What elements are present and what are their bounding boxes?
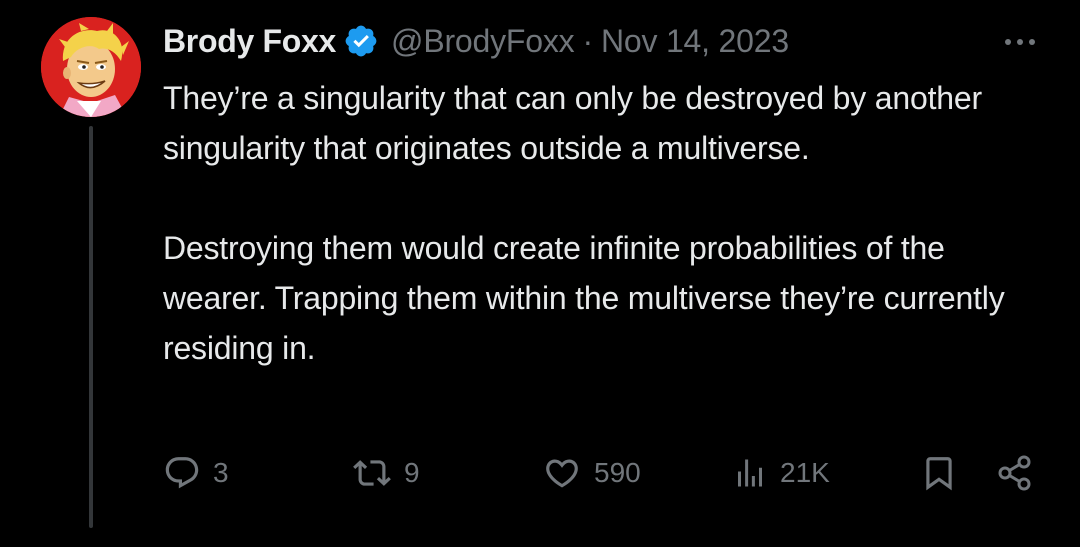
repost-button[interactable]: 9 bbox=[352, 448, 420, 498]
reply-button[interactable]: 3 bbox=[163, 448, 229, 498]
like-button[interactable]: 590 bbox=[542, 448, 641, 498]
bookmark-button[interactable] bbox=[920, 448, 958, 498]
like-count: 590 bbox=[594, 457, 641, 488]
repost-icon bbox=[352, 454, 392, 492]
avatar[interactable] bbox=[41, 17, 141, 117]
share-icon bbox=[995, 453, 1035, 493]
author-display-name[interactable]: Brody Foxx bbox=[163, 23, 336, 60]
separator-dot: · bbox=[582, 22, 593, 59]
tweet-paragraph: They’re a singularity that can only be d… bbox=[163, 80, 982, 166]
avatar-cartoon-face-icon bbox=[41, 17, 141, 117]
tweet-header: Brody Foxx @BrodyFoxx · Nov 14, 2023 bbox=[163, 20, 789, 62]
tweet-text: They’re a singularity that can only be d… bbox=[163, 73, 1043, 373]
reply-icon bbox=[163, 454, 201, 492]
more-options-icon[interactable] bbox=[1000, 28, 1040, 56]
repost-count: 9 bbox=[404, 457, 420, 488]
tweet-paragraph: Destroying them would create infinite pr… bbox=[163, 230, 1005, 366]
heart-icon bbox=[542, 454, 582, 492]
author-handle[interactable]: @BrodyFoxx bbox=[391, 23, 575, 60]
share-button[interactable] bbox=[995, 448, 1035, 498]
views-count: 21K bbox=[780, 457, 830, 488]
views-chart-icon bbox=[732, 454, 768, 492]
views-button[interactable]: 21K bbox=[732, 448, 830, 498]
tweet-date[interactable]: Nov 14, 2023 bbox=[601, 23, 789, 60]
bookmark-icon bbox=[920, 453, 958, 493]
reply-count: 3 bbox=[213, 457, 229, 488]
action-bar: 3 9 590 21K bbox=[0, 448, 1080, 498]
verified-badge-icon[interactable] bbox=[343, 23, 379, 59]
tweet: Brody Foxx @BrodyFoxx · Nov 14, 2023 The… bbox=[0, 0, 1080, 547]
